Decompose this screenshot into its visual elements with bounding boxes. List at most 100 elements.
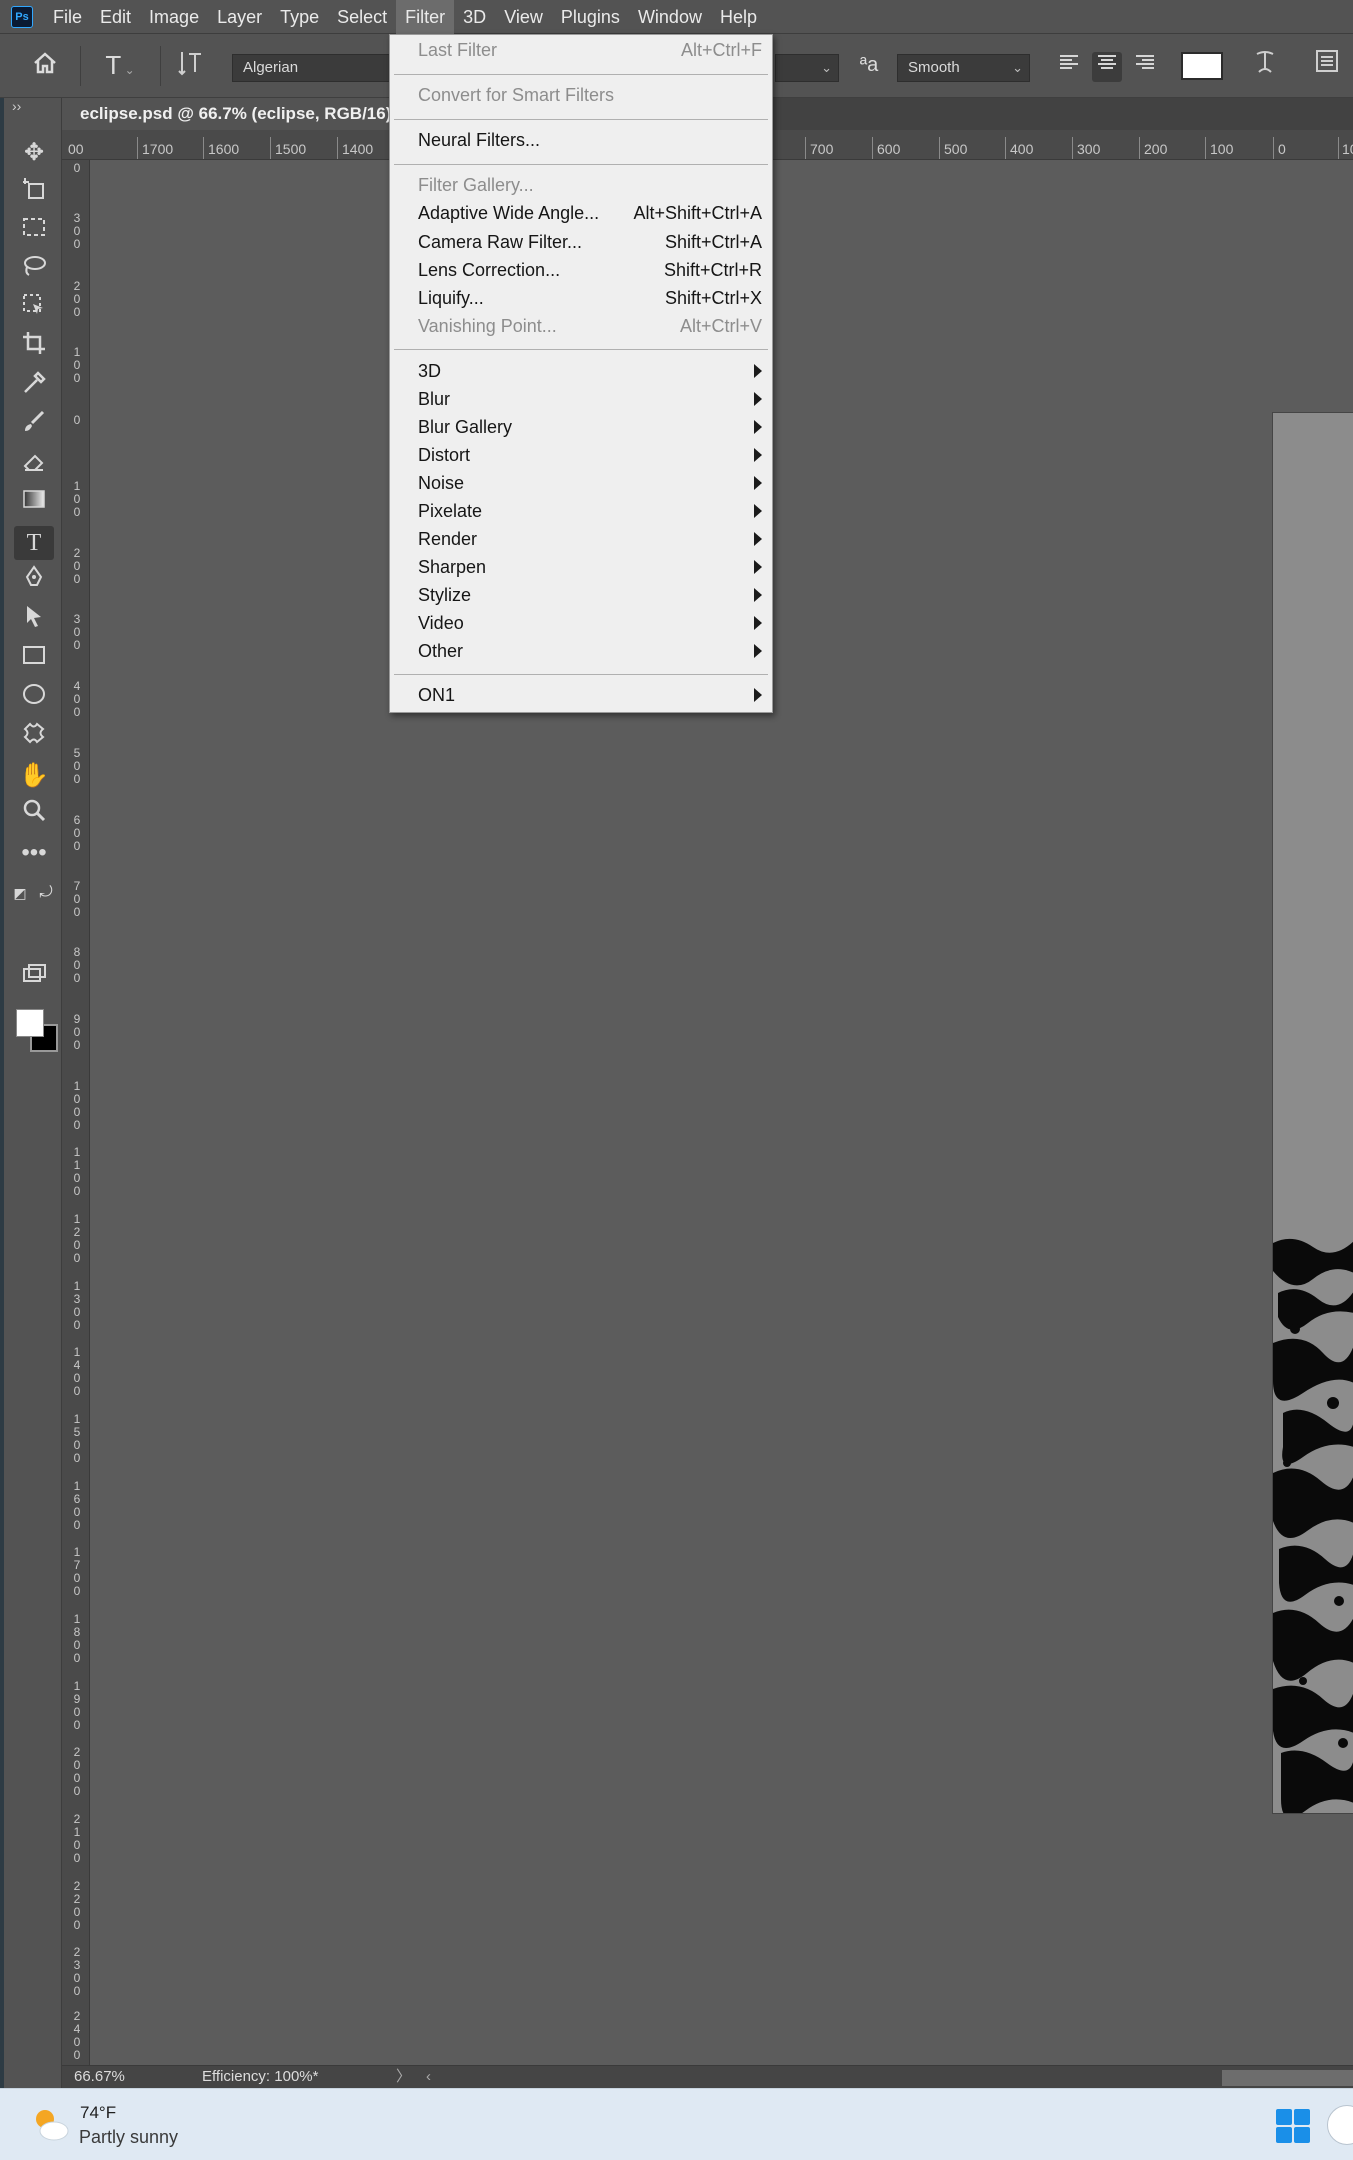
chevron-down-icon: ⌄: [1012, 60, 1023, 75]
zoom-icon[interactable]: [14, 797, 54, 831]
font-size-field[interactable]: ⌄: [775, 54, 839, 82]
status-menu-icon[interactable]: 〉: [396, 2066, 411, 2088]
hand-icon[interactable]: ✋: [14, 759, 54, 793]
submenu-arrow-icon: [754, 448, 762, 462]
ruler-label: 1300: [73, 1279, 81, 1332]
taskbar-search-icon[interactable]: [1327, 2105, 1353, 2145]
rectangle-icon[interactable]: [14, 642, 54, 676]
menu-3d[interactable]: 3D: [454, 0, 495, 34]
custom-shape-icon[interactable]: [14, 720, 54, 754]
scroll-left-icon[interactable]: ‹: [426, 2066, 431, 2088]
menu-image[interactable]: Image: [140, 0, 208, 34]
menu-type[interactable]: Type: [271, 0, 328, 34]
crop-icon[interactable]: [14, 330, 54, 364]
menu-item-distort[interactable]: Distort: [418, 442, 762, 468]
menu-item-blur[interactable]: Blur: [418, 386, 762, 412]
document-canvas[interactable]: [1272, 412, 1353, 1814]
vertical-ruler: 0 300 200 100 0 100 200 300 400 500 600 …: [62, 160, 90, 2065]
character-panel-icon[interactable]: [1310, 48, 1344, 82]
tools-panel: ›› ✥ T ✋ ••• ◩ ⤾: [4, 98, 62, 2088]
weather-temperature[interactable]: 74°F: [80, 2103, 116, 2123]
menu-plugins[interactable]: Plugins: [552, 0, 629, 34]
default-colors-icon[interactable]: ◩: [8, 876, 32, 910]
eraser-icon[interactable]: [14, 448, 54, 482]
ruler-label: 700: [810, 141, 834, 157]
menu-item-convert-smart-filters[interactable]: Convert for Smart Filters: [418, 82, 762, 108]
horizontal-scrollbar-thumb[interactable]: [1222, 2070, 1353, 2086]
submenu-arrow-icon: [754, 504, 762, 518]
warp-text-icon[interactable]: [1248, 48, 1282, 82]
move-icon[interactable]: ✥: [14, 136, 54, 170]
ruler-label: 1600: [73, 1479, 81, 1532]
anti-alias-select[interactable]: Smooth ⌄: [897, 54, 1030, 82]
menu-item-3d[interactable]: 3D: [418, 358, 762, 384]
menu-item-other[interactable]: Other: [418, 638, 762, 664]
ruler-tick: [1338, 137, 1339, 159]
menu-item-pixelate[interactable]: Pixelate: [418, 498, 762, 524]
text-orientation-icon[interactable]: [174, 48, 208, 82]
marquee-icon[interactable]: [14, 214, 54, 248]
menu-item-video[interactable]: Video: [418, 610, 762, 636]
pen-icon[interactable]: [14, 564, 54, 598]
more-tools-icon[interactable]: •••: [14, 836, 54, 870]
partly-sunny-icon[interactable]: [28, 2103, 72, 2147]
menu-file[interactable]: File: [44, 0, 91, 34]
ruler-label: 0: [73, 161, 81, 175]
menu-item-camera-raw-filter[interactable]: Camera Raw Filter... Shift+Ctrl+A: [418, 229, 762, 255]
menu-item-on1[interactable]: ON1: [418, 682, 762, 708]
weather-condition[interactable]: Partly sunny: [79, 2127, 178, 2148]
menu-filter[interactable]: Filter: [396, 0, 455, 34]
align-left-button[interactable]: [1054, 52, 1084, 82]
font-family-field[interactable]: Algerian: [232, 54, 390, 82]
menu-item-stylize[interactable]: Stylize: [418, 582, 762, 608]
swap-colors-icon[interactable]: ⤾: [34, 876, 58, 910]
gradient-icon[interactable]: [14, 486, 54, 520]
menu-view[interactable]: View: [495, 0, 552, 34]
menu-item-lens-correction[interactable]: Lens Correction... Shift+Ctrl+R: [418, 257, 762, 283]
object-select-icon[interactable]: [14, 292, 54, 326]
menu-item-noise[interactable]: Noise: [418, 470, 762, 496]
eyedropper-icon[interactable]: [14, 370, 54, 404]
menu-item-last-filter[interactable]: Last Filter Alt+Ctrl+F: [418, 37, 762, 63]
zoom-level[interactable]: 66.67%: [74, 2066, 125, 2088]
artboard-icon[interactable]: [14, 176, 54, 210]
document-tab[interactable]: eclipse.psd @ 66.7% (eclipse, RGB/16) *: [62, 98, 392, 130]
ruler-label: 0: [1278, 141, 1286, 157]
windows-taskbar: 74°F Partly sunny: [0, 2088, 1353, 2160]
type-tool-preset-icon[interactable]: T ⌄: [92, 48, 148, 82]
menu-item-neural-filters[interactable]: Neural Filters...: [418, 127, 762, 153]
ps-logo: Ps: [11, 6, 33, 28]
ruler-label: 100: [73, 345, 81, 385]
divider: [160, 46, 161, 86]
ruler-label: 1400: [342, 141, 374, 157]
path-select-icon[interactable]: [14, 603, 54, 637]
align-center-button[interactable]: [1092, 52, 1122, 82]
menu-edit[interactable]: Edit: [91, 0, 140, 34]
ruler-label: 0: [73, 413, 81, 427]
foreground-color-swatch[interactable]: [16, 1009, 44, 1037]
menu-layer[interactable]: Layer: [208, 0, 271, 34]
menu-item-filter-gallery[interactable]: Filter Gallery...: [418, 172, 762, 198]
type-icon[interactable]: T: [14, 526, 54, 560]
menu-item-blur-gallery[interactable]: Blur Gallery: [418, 414, 762, 440]
home-icon[interactable]: [28, 48, 62, 82]
text-color-swatch[interactable]: [1181, 52, 1223, 80]
menu-help[interactable]: Help: [711, 0, 766, 34]
lasso-icon[interactable]: [14, 253, 54, 287]
ruler-label: 2400: [73, 2009, 81, 2062]
menu-item-adaptive-wide-angle[interactable]: Adaptive Wide Angle... Alt+Shift+Ctrl+A: [418, 200, 762, 226]
windows-start-icon[interactable]: [1276, 2109, 1312, 2145]
menu-item-render[interactable]: Render: [418, 526, 762, 552]
align-right-button[interactable]: [1130, 52, 1160, 82]
menu-item-liquify[interactable]: Liquify... Shift+Ctrl+X: [418, 285, 762, 311]
screen-mode-icon[interactable]: [14, 960, 54, 994]
ruler-tick: [939, 137, 940, 159]
menu-window[interactable]: Window: [629, 0, 711, 34]
efficiency-readout: Efficiency: 100%*: [202, 2068, 319, 2085]
brush-icon[interactable]: [14, 409, 54, 443]
ellipse-icon[interactable]: [14, 681, 54, 715]
menu-item-sharpen[interactable]: Sharpen: [418, 554, 762, 580]
menu-item-vanishing-point[interactable]: Vanishing Point... Alt+Ctrl+V: [418, 313, 762, 339]
menu-select[interactable]: Select: [328, 0, 396, 34]
collapse-panel-icon[interactable]: ››: [12, 98, 21, 114]
